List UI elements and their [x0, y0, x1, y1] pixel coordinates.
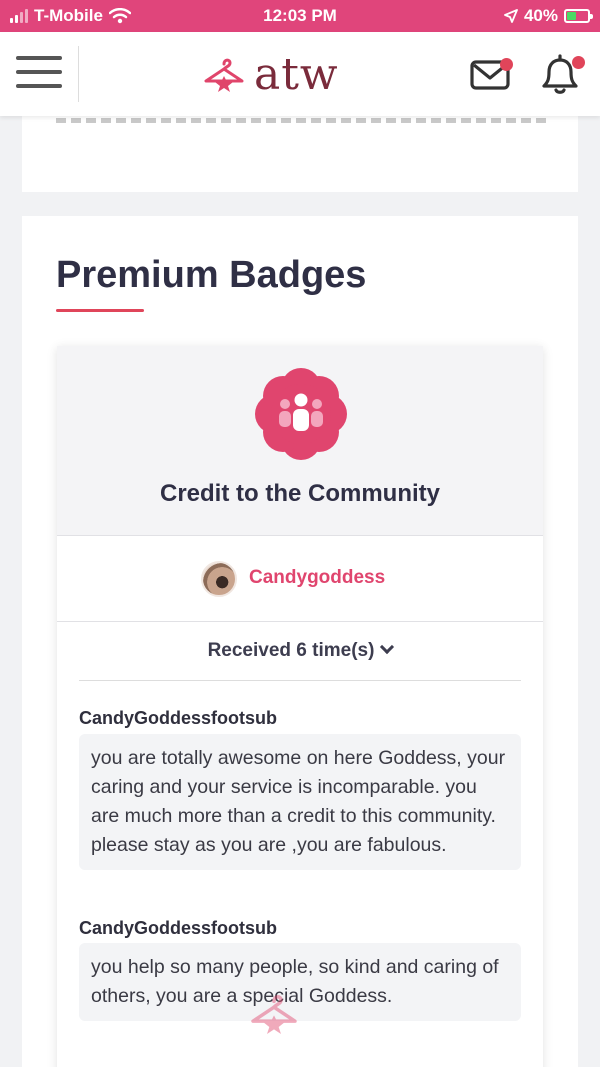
messages-notification-dot: [500, 58, 513, 71]
badge-card: Credit to the Community Candygoddess Rec…: [57, 346, 543, 1067]
logo[interactable]: atw: [200, 46, 339, 102]
watermark-hanger-icon: [251, 995, 297, 1034]
watermark: [246, 985, 302, 1041]
notifications-button[interactable]: [538, 52, 585, 96]
hanger-logo-icon: [204, 58, 244, 92]
comment-author[interactable]: CandyGoddessfootsub: [79, 918, 277, 939]
avatar[interactable]: [201, 561, 237, 597]
received-divider: [79, 680, 521, 681]
previous-section-card: [22, 116, 578, 192]
section-title: Premium Badges: [56, 254, 367, 296]
status-bar: T-Mobile 12:03 PM 40%: [0, 0, 600, 32]
comment-text: you are totally awesome on here Goddess,…: [79, 734, 521, 870]
logo-text: atw: [254, 48, 339, 100]
received-label: Received 6 time(s): [207, 640, 375, 661]
owner-username-link[interactable]: Candygoddess: [249, 567, 385, 589]
location-arrow-icon: [504, 9, 518, 23]
badge-header: Credit to the Community: [57, 346, 543, 536]
community-badge-icon: [255, 368, 347, 460]
badge-name: Credit to the Community: [160, 480, 440, 507]
app-header: atw: [0, 32, 600, 116]
menu-icon: [16, 56, 62, 60]
title-underline: [56, 309, 144, 312]
premium-badges-section: Premium Badges Credit to the Community C…: [22, 216, 578, 1067]
battery-icon: [564, 9, 593, 23]
menu-button[interactable]: [16, 56, 62, 92]
battery-percent: 40%: [523, 6, 558, 25]
badge-owner-row: Candygoddess: [57, 536, 543, 622]
chevron-down-icon: [380, 639, 395, 655]
notifications-dot: [572, 56, 585, 69]
dashed-divider: [56, 118, 546, 123]
header-divider: [78, 46, 79, 102]
comment-author[interactable]: CandyGoddessfootsub: [79, 708, 277, 729]
messages-button[interactable]: [470, 56, 514, 92]
received-count-toggle[interactable]: Received 6 time(s): [57, 622, 543, 680]
